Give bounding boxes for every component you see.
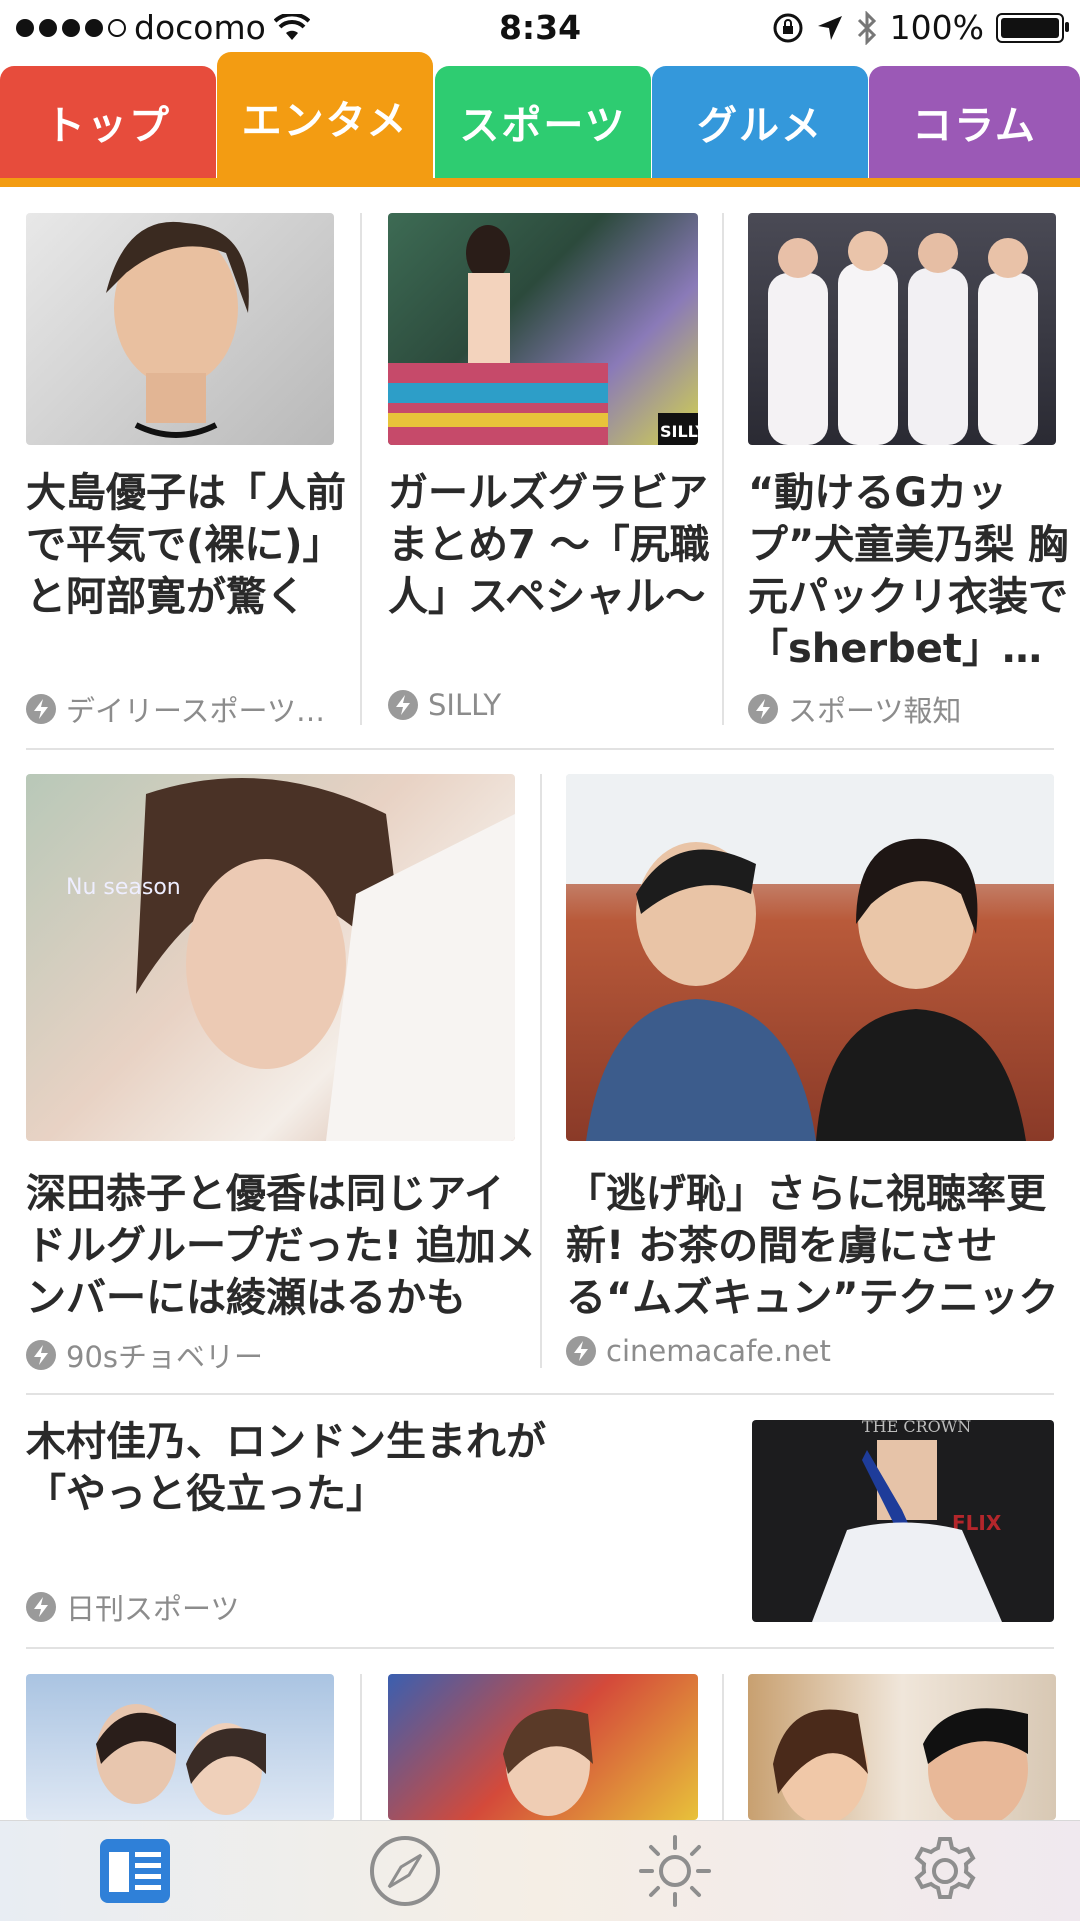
- tab-gourmet[interactable]: グルメ: [652, 66, 868, 178]
- divider: [26, 1647, 1054, 1649]
- article-headline: 「逃げ恥」さらに視聴率更新! お茶の間を虜にさせる“ムズキュン”テクニック: [566, 1171, 1059, 1321]
- status-right: 100%: [772, 8, 1069, 47]
- settings-icon: [914, 1837, 976, 1899]
- tab-settings[interactable]: [810, 1821, 1080, 1921]
- weather-icon: [639, 1835, 711, 1907]
- bluetooth-icon: [857, 10, 876, 45]
- article-source: スポーツ報知: [748, 688, 961, 730]
- source-name: 日刊スポーツ: [66, 1592, 240, 1626]
- source-name: 90sチョベリー: [66, 1340, 264, 1374]
- tab-column[interactable]: コラム: [869, 66, 1080, 178]
- divider: [722, 1674, 724, 1820]
- article-source: SILLY: [388, 688, 501, 722]
- bolt-icon: [26, 1340, 56, 1370]
- compass-icon: [370, 1836, 440, 1906]
- article-thumbnail: [566, 774, 1054, 1141]
- bolt-icon: [748, 694, 778, 724]
- article-thumbnail: [26, 1674, 334, 1820]
- article-thumbnail: THE CROWN FLIX: [752, 1420, 1054, 1622]
- image-text: THE CROWN: [862, 1420, 971, 1436]
- article-headline: ガールズグラビアまとめ7 ～「尻職人」スペシャル～: [388, 470, 710, 620]
- source-name: スポーツ報知: [788, 694, 962, 728]
- source-name: cinemacafe.net: [606, 1334, 831, 1368]
- news-icon: [100, 1839, 170, 1903]
- tab-label: コラム: [912, 103, 1037, 149]
- divider: [26, 748, 1054, 750]
- tab-news[interactable]: [0, 1821, 270, 1921]
- divider: [360, 1674, 362, 1820]
- article-headline: 大島優子は「人前で平気で(裸に)」と阿部寛が驚く: [26, 470, 346, 620]
- tab-label: スポーツ: [459, 103, 627, 149]
- bolt-icon: [26, 1592, 56, 1622]
- article-thumbnail: [748, 213, 1056, 445]
- source-name: デイリースポーツ…: [66, 694, 325, 728]
- article-source: デイリースポーツ…: [26, 688, 325, 730]
- article-source: 日刊スポーツ: [26, 1586, 239, 1628]
- battery-icon: [996, 12, 1069, 43]
- category-tabs: トップ エンタメ スポーツ グルメ コラム: [0, 52, 1080, 187]
- article-thumbnail: Nu season: [26, 774, 515, 1141]
- article-headline: “動けるGカップ”犬童美乃梨 胸元パックリ衣装で「sherbet」…: [748, 470, 1069, 672]
- bottom-tab-bar: [0, 1820, 1080, 1921]
- divider: [722, 213, 724, 725]
- bolt-icon: [26, 694, 56, 724]
- album-title: Nu season: [66, 875, 181, 900]
- image-watermark: SILLY: [660, 422, 698, 441]
- article-source: cinemacafe.net: [566, 1334, 831, 1368]
- tab-sports[interactable]: スポーツ: [435, 66, 651, 178]
- article-source: 90sチョベリー: [26, 1334, 263, 1376]
- tab-label: グルメ: [697, 103, 823, 149]
- location-icon: [817, 15, 842, 40]
- article-thumbnail: SILLY: [388, 213, 698, 445]
- tab-label: エンタメ: [241, 98, 409, 144]
- tab-weather[interactable]: [540, 1821, 810, 1921]
- source-name: SILLY: [428, 688, 502, 722]
- tab-explore[interactable]: [270, 1821, 540, 1921]
- article-headline: 木村佳乃、ロンドン生まれが「やっと役立った」: [26, 1419, 546, 1517]
- article-thumbnail: [26, 213, 334, 445]
- tab-underline: [0, 178, 1080, 187]
- tab-label: トップ: [45, 103, 171, 149]
- article-headline: 深田恭子と優香は同じアイドルグループだった! 追加メンバーには綾瀬はるかも: [26, 1171, 536, 1321]
- divider: [26, 1393, 1054, 1395]
- article-thumbnail: [388, 1674, 698, 1820]
- article-thumbnail: [748, 1674, 1056, 1820]
- tab-entertainment[interactable]: エンタメ: [217, 52, 433, 182]
- tab-top[interactable]: トップ: [0, 66, 216, 178]
- bolt-icon: [566, 1336, 596, 1366]
- status-bar: docomo 8:34 100%: [0, 0, 1080, 56]
- bolt-icon: [388, 690, 418, 720]
- divider: [360, 213, 362, 725]
- battery-percent: 100%: [889, 8, 984, 47]
- rotation-lock-icon: [773, 13, 803, 42]
- divider: [540, 774, 542, 1368]
